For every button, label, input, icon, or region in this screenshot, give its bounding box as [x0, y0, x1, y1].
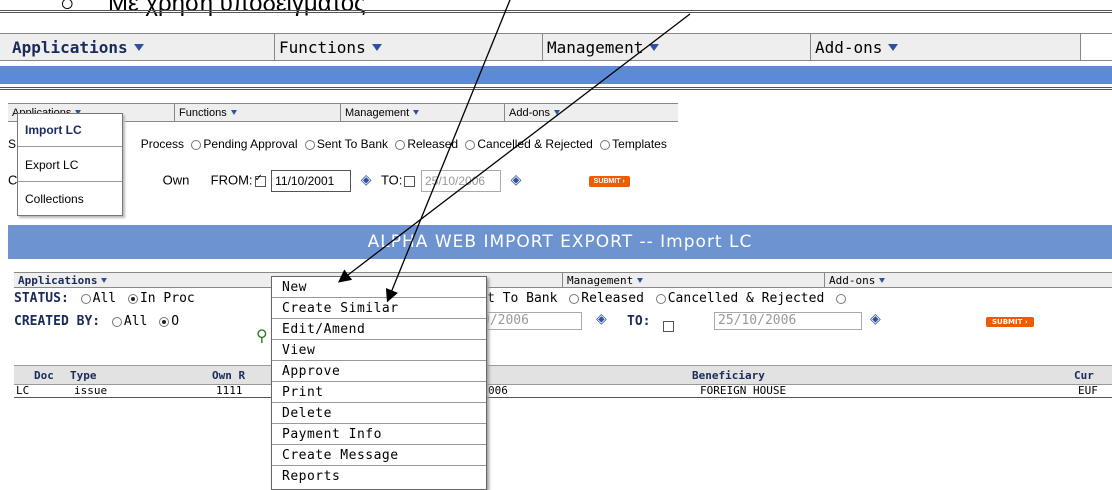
arrow-to-create-similar: [385, 0, 511, 303]
arrow-to-new: [337, 13, 691, 283]
annotation-arrows: [337, 0, 691, 303]
